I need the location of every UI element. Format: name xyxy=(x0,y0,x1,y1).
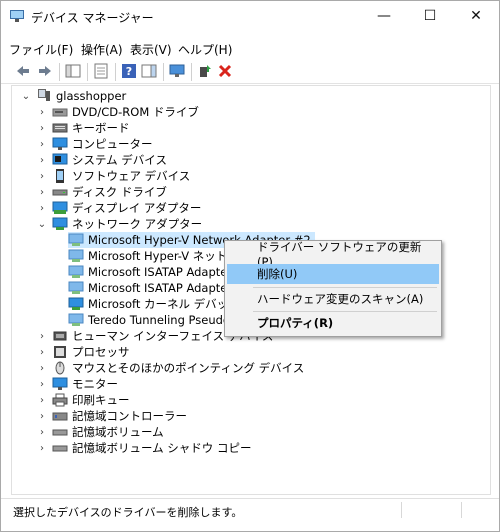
context-menu-scan[interactable]: ハードウェア変更のスキャン(A) xyxy=(227,289,439,309)
disk-drive-icon xyxy=(52,189,68,196)
chevron-right-icon[interactable]: › xyxy=(36,187,48,198)
action-pane-icon[interactable] xyxy=(141,63,157,79)
status-bar: 選択したデバイスのドライバーを削除します。 xyxy=(1,498,499,521)
status-text: 選択したデバイスのドライバーを削除します。 xyxy=(13,506,243,519)
dvd-drive-icon xyxy=(52,108,68,117)
chevron-right-icon[interactable]: › xyxy=(36,331,48,342)
svg-text:?: ? xyxy=(126,65,132,78)
toolbar: ? xyxy=(1,59,499,84)
tree-item-isatap[interactable]: Microsoft ISATAP Adapter xyxy=(68,264,232,280)
hid-icon xyxy=(53,331,67,341)
chevron-right-icon[interactable]: › xyxy=(36,427,48,438)
title-bar: デバイス マネージャー — ☐ ✕ xyxy=(1,1,499,31)
maximize-button[interactable]: ☐ xyxy=(407,1,453,31)
properties-sheet-icon[interactable] xyxy=(93,63,109,79)
menu-bar: ファイル(F) 操作(A) 表示(V) ヘルプ(H) xyxy=(1,39,499,59)
update-driver-icon[interactable] xyxy=(197,63,213,79)
chevron-right-icon[interactable]: › xyxy=(36,139,48,150)
chevron-right-icon[interactable]: › xyxy=(36,363,48,374)
device-manager-icon xyxy=(10,10,24,22)
tree-item-print-queues[interactable]: › 印刷キュー xyxy=(36,392,130,408)
processor-icon xyxy=(54,346,66,358)
back-arrow-icon[interactable] xyxy=(15,63,31,79)
chevron-right-icon[interactable]: › xyxy=(36,395,48,406)
network-adapter-icon xyxy=(68,233,84,246)
storage-volume-icon xyxy=(52,445,68,452)
chevron-down-icon[interactable]: ⌄ xyxy=(20,91,32,102)
uninstall-device-icon[interactable] xyxy=(217,63,233,79)
display-adapter-icon xyxy=(52,201,68,214)
keyboard-icon xyxy=(52,123,68,133)
tree-item-volume-shadow-copies[interactable]: › 記憶域ボリューム シャドウ コピー xyxy=(36,440,251,456)
menu-action[interactable]: 操作(A) xyxy=(81,41,123,58)
chevron-right-icon[interactable]: › xyxy=(36,443,48,454)
chevron-right-icon[interactable]: › xyxy=(36,411,48,422)
tree-item-system-devices[interactable]: › システム デバイス xyxy=(36,152,167,168)
tree-item-monitors[interactable]: › モニター xyxy=(36,376,118,392)
menu-help[interactable]: ヘルプ(H) xyxy=(178,41,232,58)
monitor-icon xyxy=(52,137,68,150)
mouse-icon xyxy=(55,361,65,375)
chevron-right-icon[interactable]: › xyxy=(36,171,48,182)
network-adapter-icon xyxy=(68,249,84,262)
menu-view[interactable]: 表示(V) xyxy=(130,41,172,58)
tree-item-software-devices[interactable]: › ソフトウェア デバイス xyxy=(36,168,190,184)
menu-file[interactable]: ファイル(F) xyxy=(9,41,73,58)
status-divider xyxy=(461,502,462,518)
close-button[interactable]: ✕ xyxy=(453,1,499,31)
storage-volume-icon xyxy=(52,429,68,436)
device-manager-window: デバイス マネージャー — ☐ ✕ ファイル(F) 操作(A) 表示(V) ヘル… xyxy=(0,0,500,532)
tree-item-dvd[interactable]: › DVD/CD-ROM ドライブ xyxy=(36,104,199,120)
software-device-icon xyxy=(56,169,64,183)
computer-icon xyxy=(38,89,50,101)
context-menu-properties[interactable]: プロパティ(R) xyxy=(227,313,439,333)
tree-item-keyboard[interactable]: › キーボード xyxy=(36,120,130,136)
tree-item-disk-drives[interactable]: › ディスク ドライブ xyxy=(36,184,167,200)
network-adapter-icon xyxy=(52,217,68,230)
monitor-icon xyxy=(52,377,68,390)
chevron-right-icon[interactable]: › xyxy=(36,123,48,134)
minimize-button[interactable]: — xyxy=(361,1,407,31)
chevron-right-icon[interactable]: › xyxy=(36,155,48,166)
network-adapter-icon xyxy=(68,297,84,310)
context-menu-update-driver[interactable]: ドライバー ソフトウェアの更新(P)... xyxy=(227,240,439,269)
tree-item-mice[interactable]: › マウスとそのほかのポインティング デバイス xyxy=(36,360,304,376)
storage-controller-icon xyxy=(52,412,68,421)
window-title: デバイス マネージャー xyxy=(31,11,154,25)
status-divider xyxy=(401,502,402,518)
system-devices-icon xyxy=(52,153,68,165)
context-menu-separator xyxy=(253,311,437,312)
network-adapter-icon xyxy=(68,281,84,294)
show-hide-console-tree-icon[interactable] xyxy=(65,63,81,79)
tree-item-storage-volumes[interactable]: › 記憶域ボリューム xyxy=(36,424,164,440)
monitor-icon[interactable] xyxy=(169,63,185,79)
network-adapter-icon xyxy=(68,313,84,326)
chevron-right-icon[interactable]: › xyxy=(36,379,48,390)
help-icon[interactable]: ? xyxy=(121,63,137,79)
context-menu: ドライバー ソフトウェアの更新(P)... 削除(U) ハードウェア変更のスキャ… xyxy=(224,240,442,337)
tree-item-computer[interactable]: › コンピューター xyxy=(36,136,153,152)
chevron-down-icon[interactable]: ⌄ xyxy=(36,219,48,230)
chevron-right-icon[interactable]: › xyxy=(36,203,48,214)
printer-icon xyxy=(52,393,68,407)
context-menu-separator xyxy=(253,287,437,288)
context-menu-uninstall[interactable]: 削除(U) xyxy=(227,264,439,284)
tree-item-display-adapters[interactable]: › ディスプレイ アダプター xyxy=(36,200,201,216)
chevron-right-icon[interactable]: › xyxy=(36,107,48,118)
chevron-right-icon[interactable]: › xyxy=(36,347,48,358)
forward-arrow-icon[interactable] xyxy=(37,63,53,79)
network-adapter-icon xyxy=(68,265,84,278)
tree-item-processors[interactable]: › プロセッサ xyxy=(36,344,130,360)
tree-root-label: glasshopper xyxy=(56,89,127,103)
tree-item-network-adapters[interactable]: ⌄ ネットワーク アダプター xyxy=(36,216,202,232)
tree-item-storage-controllers[interactable]: › 記憶域コントローラー xyxy=(36,408,187,424)
tree-root[interactable]: ⌄ glasshopper xyxy=(20,88,126,104)
